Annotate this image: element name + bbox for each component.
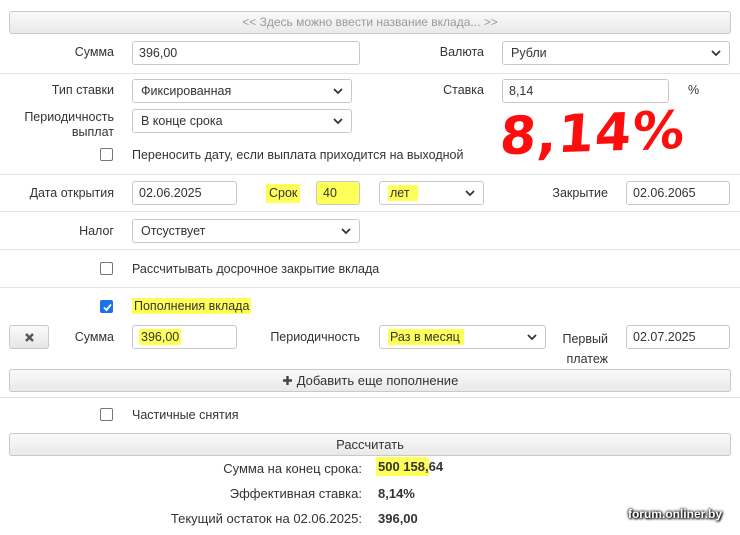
- divider: [0, 73, 740, 74]
- checkmark-icon: [103, 303, 112, 312]
- rate-unit: %: [688, 83, 700, 97]
- rate-type-select[interactable]: Фиксированная: [132, 79, 352, 103]
- divider: [0, 287, 740, 288]
- payout-value: В конце срока: [141, 114, 223, 128]
- first-payment-input[interactable]: 02.07.2025: [626, 325, 730, 349]
- divider: [0, 211, 740, 212]
- plus-icon: [282, 376, 292, 385]
- replenish-amount-label: Сумма: [74, 330, 114, 344]
- chevron-down-icon: [711, 50, 721, 57]
- replenish-period-label: Периодичность: [270, 330, 360, 344]
- effective-rate-label: Эффективная ставка:: [229, 486, 362, 501]
- end-sum-label: Сумма на конец срока:: [223, 461, 362, 476]
- payout-label: Периодичность выплат: [14, 110, 114, 140]
- term-input[interactable]: 40: [316, 181, 360, 205]
- term-unit-value: лет: [388, 185, 418, 201]
- rate-type-value: Фиксированная: [141, 84, 232, 98]
- end-sum-value: 500 158,64: [376, 457, 444, 476]
- watermark: forum.onliner.by: [627, 507, 722, 521]
- add-replenish-label: Добавить еще пополнение: [296, 373, 459, 388]
- early-close-label: Рассчитывать досрочное закрытие вклада: [132, 262, 380, 276]
- balance-value: 396,00: [378, 511, 418, 526]
- rate-label: Ставка: [443, 83, 484, 97]
- replenish-label: Пополнения вклада: [132, 298, 252, 314]
- chevron-down-icon: [465, 190, 475, 197]
- payout-label-line2: выплат: [71, 125, 114, 139]
- deposit-name-input[interactable]: << Здесь можно ввести название вклада...…: [9, 11, 731, 34]
- payout-label-line1: Периодичность: [24, 110, 114, 124]
- rate-input[interactable]: 8,14: [502, 79, 669, 103]
- tax-label: Налог: [79, 224, 114, 238]
- close-date-input[interactable]: 02.06.2065: [626, 181, 730, 205]
- divider: [0, 249, 740, 250]
- term-label: Срок: [266, 184, 301, 203]
- replenish-amount-input[interactable]: 396,00: [132, 325, 237, 349]
- amount-label: Сумма: [74, 45, 114, 59]
- payout-select[interactable]: В конце срока: [132, 109, 352, 133]
- withdrawals-checkbox[interactable]: [100, 408, 113, 421]
- replenish-period-value: Раз в месяц: [388, 329, 464, 345]
- end-sum-value-highlight: 500 158,: [376, 457, 429, 476]
- chevron-down-icon: [527, 334, 537, 341]
- move-date-checkbox[interactable]: [100, 148, 113, 161]
- tax-value: Отсуствует: [141, 224, 206, 238]
- rate-type-label: Тип ставки: [51, 83, 114, 97]
- currency-label: Валюта: [439, 45, 484, 59]
- handwritten-annotation: 8,14%: [497, 100, 688, 168]
- end-sum-value-rest: 64: [428, 459, 444, 474]
- tax-select[interactable]: Отсуствует: [132, 219, 360, 243]
- calculate-button[interactable]: Рассчитать: [9, 433, 731, 456]
- divider: [0, 397, 740, 398]
- amount-input[interactable]: 396,00: [132, 41, 360, 65]
- term-unit-select[interactable]: лет: [379, 181, 484, 205]
- chevron-down-icon: [341, 228, 351, 235]
- move-date-label: Переносить дату, если выплата приходится…: [132, 148, 464, 162]
- open-date-label: Дата открытия: [29, 186, 114, 200]
- chevron-down-icon: [333, 88, 343, 95]
- currency-value: Рубли: [511, 46, 547, 60]
- withdrawals-label: Частичные снятия: [132, 408, 239, 422]
- close-date-label: Закрытие: [552, 186, 608, 200]
- effective-rate-value: 8,14%: [378, 486, 415, 501]
- replenish-period-select[interactable]: Раз в месяц: [379, 325, 546, 349]
- replenish-amount-value: 396,00: [139, 329, 182, 345]
- chevron-down-icon: [333, 118, 343, 125]
- first-payment-label-line1: Первый: [562, 332, 609, 346]
- replenish-checkbox[interactable]: [100, 300, 113, 313]
- balance-label: Текущий остаток на 02.06.2025:: [170, 511, 362, 526]
- early-close-checkbox[interactable]: [100, 262, 113, 275]
- open-date-input[interactable]: 02.06.2025: [132, 181, 237, 205]
- divider: [0, 174, 740, 175]
- add-replenish-button[interactable]: Добавить еще пополнение: [9, 369, 731, 392]
- currency-select[interactable]: Рубли: [502, 41, 730, 65]
- first-payment-label: Первый платеж: [540, 329, 609, 369]
- first-payment-label-line2: платеж: [566, 352, 609, 366]
